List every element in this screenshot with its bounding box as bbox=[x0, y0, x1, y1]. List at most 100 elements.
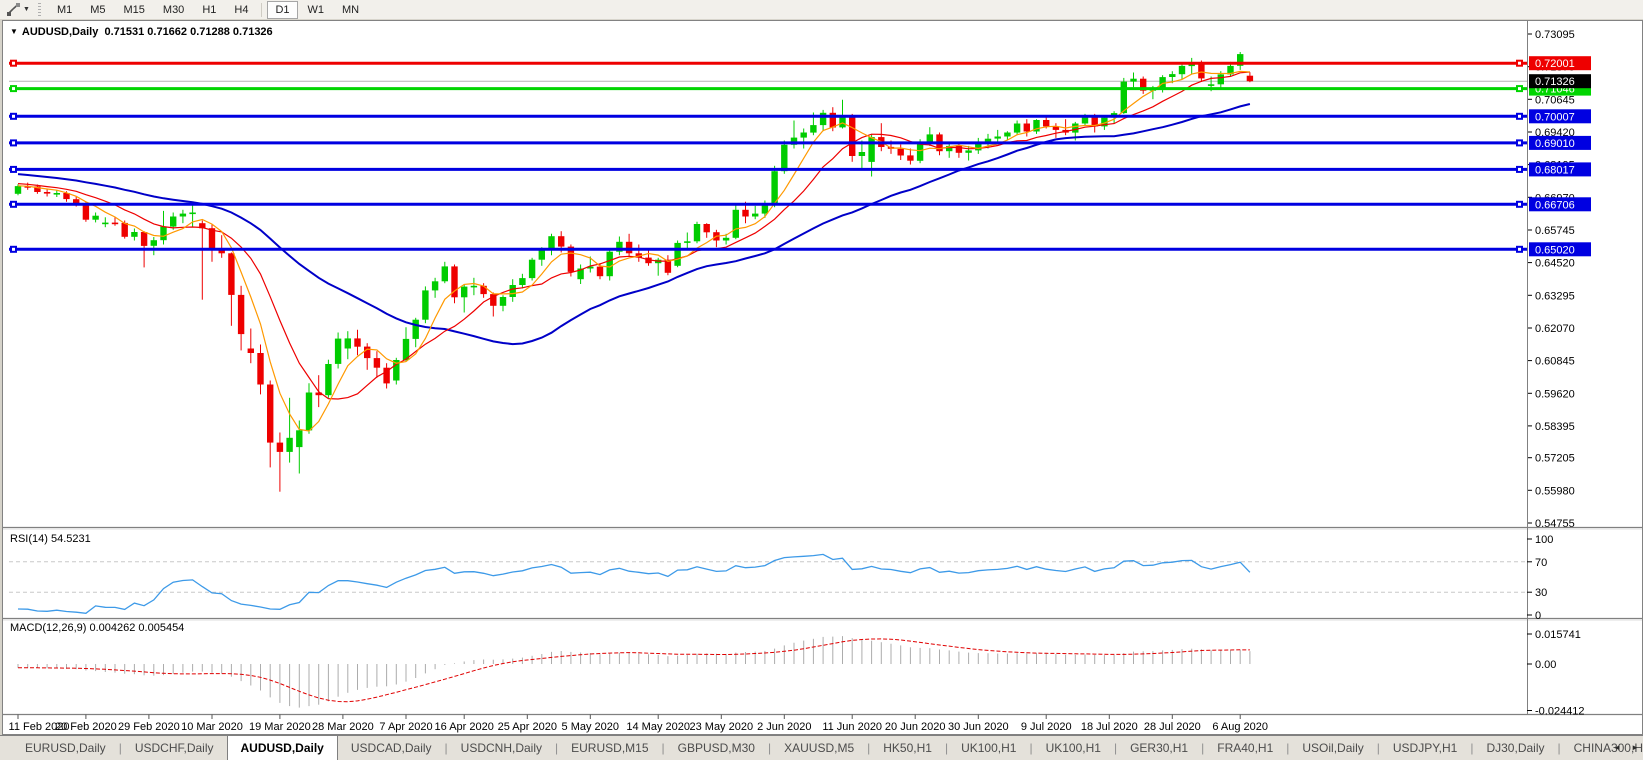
candle-body bbox=[102, 223, 108, 225]
candle-body bbox=[1072, 124, 1078, 133]
chart-cursor-icon[interactable] bbox=[3, 2, 23, 18]
candle-body bbox=[471, 286, 477, 288]
tab-scroll-right-icon[interactable]: ► bbox=[1631, 743, 1639, 752]
price-tick-label: 0.73095 bbox=[1535, 29, 1575, 41]
period-button-W1[interactable]: W1 bbox=[300, 1, 333, 19]
date-tick-label[interactable]: 18 Jul 2020 bbox=[1081, 721, 1138, 733]
date-tick-label[interactable]: 29 Feb 2020 bbox=[118, 721, 180, 733]
period-button-H1[interactable]: H1 bbox=[194, 1, 224, 19]
candle-body bbox=[286, 438, 292, 452]
tab-eurusd-m15[interactable]: EURUSD,M15 bbox=[558, 736, 661, 760]
tab-eurusd-daily[interactable]: EURUSD,Daily bbox=[12, 736, 119, 760]
tab-uk100-h1[interactable]: UK100,H1 bbox=[1033, 736, 1114, 760]
candle-body bbox=[374, 358, 380, 368]
candle-body bbox=[500, 297, 506, 306]
date-tick-label[interactable]: 6 Aug 2020 bbox=[1212, 721, 1268, 733]
candle-body bbox=[44, 192, 50, 194]
period-button-H4[interactable]: H4 bbox=[226, 1, 256, 19]
date-tick-label[interactable]: 23 May 2020 bbox=[689, 721, 753, 733]
level-label-text: 0.65020 bbox=[1535, 244, 1575, 256]
candle-body bbox=[684, 241, 690, 243]
hline-right-handle-dot bbox=[1518, 87, 1521, 90]
candle-body bbox=[364, 347, 370, 359]
candle-body bbox=[413, 320, 419, 339]
candle-body bbox=[965, 150, 971, 152]
date-tick-label[interactable]: 10 Mar 2020 bbox=[181, 721, 243, 733]
candle-body bbox=[442, 266, 448, 281]
chevron-down-icon[interactable]: ▼ bbox=[23, 6, 30, 13]
price-tick-label: 0.58395 bbox=[1535, 421, 1575, 433]
date-tick-label[interactable]: 30 Jun 2020 bbox=[948, 721, 1009, 733]
candle-body bbox=[209, 228, 215, 250]
tab-usdjpy-h1[interactable]: USDJPY,H1 bbox=[1380, 736, 1470, 760]
candle-body bbox=[228, 253, 234, 295]
period-button-MN[interactable]: MN bbox=[334, 1, 367, 19]
tab-dj30-daily[interactable]: DJ30,Daily bbox=[1473, 736, 1557, 760]
price-tick-label: 0.64520 bbox=[1535, 258, 1575, 270]
candle-body bbox=[1043, 120, 1049, 126]
rsi-tick-label: 0 bbox=[1535, 610, 1541, 622]
date-tick-label[interactable]: 5 May 2020 bbox=[562, 721, 619, 733]
candle-body bbox=[461, 287, 467, 298]
candle-body bbox=[83, 204, 89, 220]
symbol-name: AUDUSD,Daily bbox=[22, 26, 98, 38]
candle-body bbox=[160, 227, 166, 241]
period-button-M1[interactable]: M1 bbox=[49, 1, 80, 19]
candle-body bbox=[801, 133, 807, 138]
date-tick-label[interactable]: 7 Apr 2020 bbox=[379, 721, 432, 733]
date-tick-label[interactable]: 2 Jun 2020 bbox=[757, 721, 811, 733]
tab-fra40-h1[interactable]: FRA40,H1 bbox=[1204, 736, 1286, 760]
candle-body bbox=[1024, 124, 1030, 132]
period-button-M30[interactable]: M30 bbox=[155, 1, 192, 19]
date-tick-label[interactable]: 16 Apr 2020 bbox=[435, 721, 494, 733]
rsi-value: 54.5231 bbox=[51, 533, 91, 545]
tab-ger30-h1[interactable]: GER30,H1 bbox=[1117, 736, 1201, 760]
period-button-D1[interactable]: D1 bbox=[267, 1, 297, 19]
candle-body bbox=[597, 267, 603, 277]
candle-body bbox=[510, 285, 516, 297]
rsi-label: RSI(14) 54.5231 bbox=[10, 533, 91, 545]
candle-body bbox=[1130, 79, 1136, 82]
candle-body bbox=[1247, 76, 1253, 82]
tab-usdcad-daily[interactable]: USDCAD,Daily bbox=[338, 736, 445, 760]
tab-usoil-daily[interactable]: USOil,Daily bbox=[1289, 736, 1376, 760]
candle-body bbox=[626, 242, 632, 254]
date-tick-label[interactable]: 25 Apr 2020 bbox=[498, 721, 557, 733]
date-tick-label[interactable]: 20 Feb 2020 bbox=[55, 721, 117, 733]
date-tick-label[interactable]: 28 Mar 2020 bbox=[312, 721, 374, 733]
candle-body bbox=[839, 117, 845, 128]
tab-usdcnh-daily[interactable]: USDCNH,Daily bbox=[448, 736, 555, 760]
date-tick-label[interactable]: 11 Jun 2020 bbox=[822, 721, 882, 733]
hline-right-handle-dot bbox=[1518, 203, 1521, 206]
tab-audusd-daily[interactable]: AUDUSD,Daily bbox=[227, 735, 338, 760]
tab-xauusd-m5[interactable]: XAUUSD,M5 bbox=[771, 736, 867, 760]
date-tick-label[interactable]: 20 Jun 2020 bbox=[885, 721, 946, 733]
tab-gbpusd-m30[interactable]: GBPUSD,M30 bbox=[665, 736, 768, 760]
macd-label: MACD(12,26,9) 0.004262 0.005454 bbox=[10, 622, 184, 634]
candle-body bbox=[762, 205, 768, 213]
date-tick-label[interactable]: 14 May 2020 bbox=[626, 721, 690, 733]
candle-body bbox=[54, 193, 60, 195]
candle-body bbox=[1218, 74, 1224, 84]
macd-tick-label: 0.00 bbox=[1535, 659, 1556, 671]
rsi-tick-label: 100 bbox=[1535, 534, 1553, 546]
macd-tick-label: 0.015741 bbox=[1535, 629, 1581, 641]
price-tick-label: 0.59620 bbox=[1535, 388, 1575, 400]
tab-usdchf-daily[interactable]: USDCHF,Daily bbox=[122, 736, 227, 760]
date-tick-label[interactable]: 28 Jul 2020 bbox=[1144, 721, 1201, 733]
collapse-triangle-icon[interactable]: ▼ bbox=[10, 27, 18, 36]
date-tick-label[interactable]: 19 Mar 2020 bbox=[249, 721, 311, 733]
candle-body bbox=[151, 240, 157, 246]
candle-body bbox=[180, 214, 186, 217]
date-tick-label[interactable]: 9 Jul 2020 bbox=[1021, 721, 1072, 733]
period-button-M5[interactable]: M5 bbox=[82, 1, 113, 19]
chart-canvas[interactable]: 0.730950.718700.706450.694200.681950.669… bbox=[3, 21, 1642, 734]
candle-body bbox=[781, 145, 787, 171]
candle-body bbox=[277, 443, 283, 452]
tab-uk100-h1[interactable]: UK100,H1 bbox=[948, 736, 1029, 760]
period-button-M15[interactable]: M15 bbox=[116, 1, 153, 19]
candle-body bbox=[1189, 65, 1195, 67]
candle-body bbox=[306, 393, 312, 431]
tab-hk50-h1[interactable]: HK50,H1 bbox=[870, 736, 945, 760]
tab-scroll-left-icon[interactable]: ◄ bbox=[1613, 743, 1621, 752]
